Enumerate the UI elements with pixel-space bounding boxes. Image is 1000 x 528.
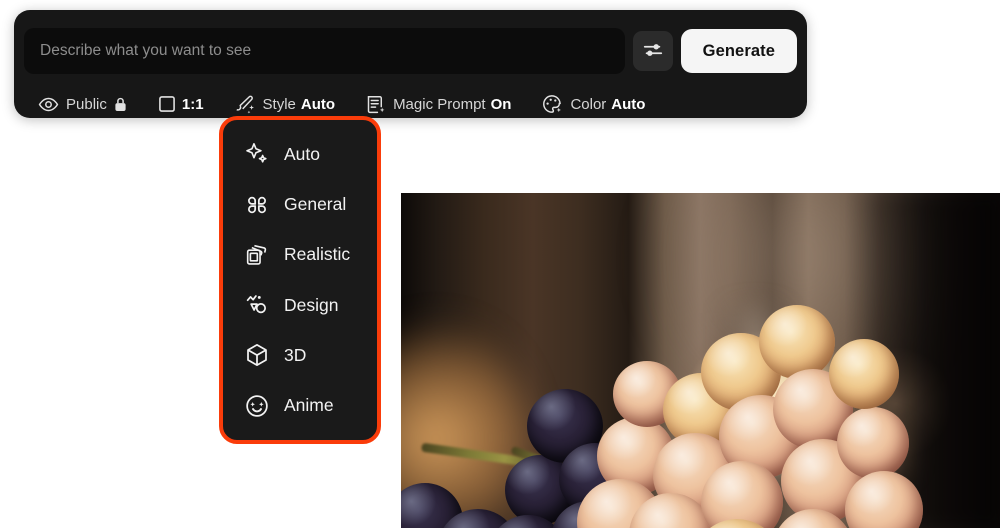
square-icon <box>157 94 177 114</box>
option-magic-prompt[interactable]: Magic Prompt On <box>365 89 525 119</box>
style-menu-item-label: General <box>284 194 347 214</box>
brush-sparkle-icon <box>234 93 256 115</box>
style-menu-item-anime[interactable]: Anime <box>222 381 378 431</box>
style-dropdown: Auto General Realistic Design 3D Anime <box>219 116 381 444</box>
style-menu-item-label: Auto <box>284 143 320 164</box>
style-menu-item-label: Realistic <box>284 244 351 265</box>
sliders-icon <box>642 39 664 64</box>
option-color-value: Auto <box>611 95 646 113</box>
option-style[interactable]: Style Auto <box>234 89 350 119</box>
grape <box>837 407 909 479</box>
shapes-chart-icon <box>244 292 270 318</box>
style-menu-item-general[interactable]: General <box>222 179 378 229</box>
grape <box>829 339 899 409</box>
style-menu-item-3d[interactable]: 3D <box>222 330 378 380</box>
style-menu-item-design[interactable]: Design <box>222 280 378 330</box>
clover-grid-icon <box>244 192 270 218</box>
style-menu-item-label: 3D <box>284 344 307 365</box>
screen-root: Generate Public <box>0 0 1000 528</box>
option-magic-prompt-value: On <box>490 95 512 113</box>
option-magic-prompt-label: Magic Prompt <box>393 95 486 113</box>
eye-icon <box>38 94 59 115</box>
sparkle-icon <box>244 141 270 167</box>
option-style-label: Style <box>262 95 296 113</box>
cube-icon <box>244 342 270 368</box>
option-color[interactable]: Color Auto <box>541 89 659 119</box>
photo-stack-icon <box>244 242 270 268</box>
smiley-face-icon <box>244 393 270 419</box>
prompt-input[interactable] <box>24 28 625 74</box>
option-visibility-label: Public <box>66 95 107 113</box>
magic-document-icon <box>365 94 386 115</box>
generate-button[interactable]: Generate <box>680 29 797 73</box>
generated-image[interactable] <box>401 193 1000 528</box>
option-aspect-ratio-value: 1:1 <box>181 95 204 113</box>
prompt-row: Generate <box>24 22 797 80</box>
option-style-value: Auto <box>300 95 336 113</box>
grape <box>759 305 835 379</box>
lock-icon <box>114 97 127 112</box>
option-visibility[interactable]: Public <box>38 89 141 119</box>
style-menu-item-realistic[interactable]: Realistic <box>222 230 378 280</box>
style-menu-item-auto[interactable]: Auto <box>222 129 378 179</box>
style-menu-item-label: Anime <box>284 395 334 416</box>
prompt-panel: Generate Public <box>14 10 807 118</box>
option-aspect-ratio[interactable]: 1:1 <box>157 89 218 119</box>
style-dropdown-list: Auto General Realistic Design 3D Anime <box>222 119 378 441</box>
color-palette-icon <box>541 93 563 115</box>
style-menu-item-label: Design <box>284 294 339 315</box>
option-color-label: Color <box>570 95 607 113</box>
settings-button[interactable] <box>632 31 673 71</box>
